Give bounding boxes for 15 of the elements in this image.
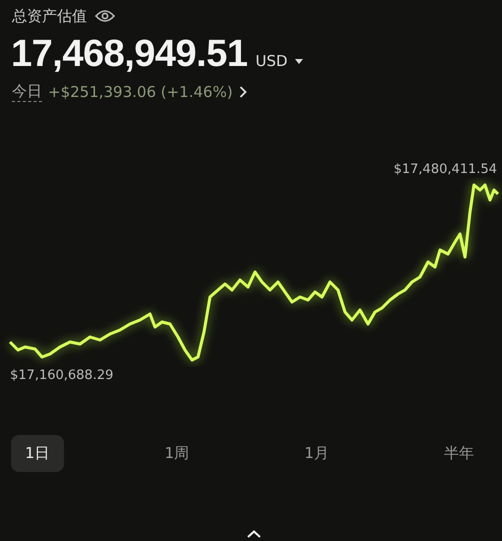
low-value-label: $17,160,688.29: [10, 368, 114, 383]
eye-icon[interactable]: [95, 9, 115, 23]
total-balance: 17,468,949.51: [11, 33, 248, 76]
caret-down-icon: [294, 58, 303, 64]
currency-selector[interactable]: USD: [256, 52, 303, 70]
today-label: 今日: [12, 82, 42, 102]
chevron-right-icon[interactable]: [238, 86, 247, 98]
range-tab[interactable]: 半年: [430, 435, 488, 472]
chevron-up-icon[interactable]: [247, 530, 261, 538]
range-tab[interactable]: 1周: [150, 435, 204, 472]
today-change: +$251,393.06 (+1.46%): [48, 83, 233, 101]
high-value-label: $17,480,411.54: [394, 162, 497, 177]
range-tab[interactable]: 1日: [11, 435, 64, 472]
balance-title: 总资产估值: [12, 6, 87, 26]
range-tab[interactable]: 1月: [290, 435, 343, 472]
